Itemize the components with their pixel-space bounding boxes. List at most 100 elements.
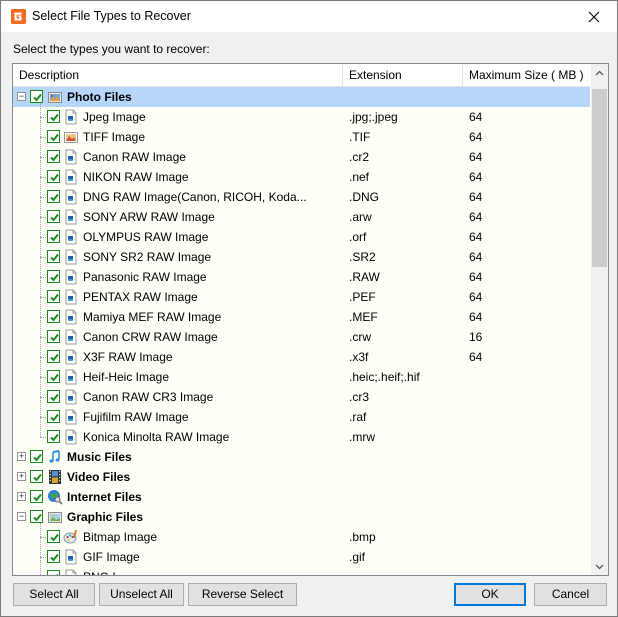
file-type-row[interactable]: Bitmap Image .bmp [13, 527, 590, 547]
group-label: Photo Files [67, 90, 132, 104]
item-checkbox[interactable] [47, 170, 60, 183]
item-checkbox[interactable] [47, 430, 60, 443]
item-checkbox[interactable] [47, 150, 60, 163]
column-header-description[interactable]: Description [13, 64, 343, 87]
item-checkbox[interactable] [47, 190, 60, 203]
file-extension: .orf [349, 230, 367, 244]
tree-connector-vertical [40, 103, 41, 437]
file-extension: .mrw [349, 430, 375, 444]
file-type-row[interactable]: SONY SR2 RAW Image .SR2 64 [13, 247, 590, 267]
file-type-row[interactable]: NIKON RAW Image .nef 64 [13, 167, 590, 187]
file-type-row[interactable]: TIFF Image .TIF 64 [13, 127, 590, 147]
item-checkbox[interactable] [47, 130, 60, 143]
file-type-row[interactable]: SONY ARW RAW Image .arw 64 [13, 207, 590, 227]
file-type-row[interactable]: Fujifilm RAW Image .raf [13, 407, 590, 427]
expand-icon[interactable]: + [17, 452, 26, 461]
file-type-row[interactable]: Heif-Heic Image .heic;.heif;.hif [13, 367, 590, 387]
tree-group-row[interactable]: + Video Files [13, 467, 590, 487]
collapse-icon[interactable]: − [17, 512, 26, 521]
max-size-value[interactable]: 64 [469, 347, 482, 367]
expand-icon[interactable]: + [17, 472, 26, 481]
item-checkbox[interactable] [47, 230, 60, 243]
max-size-value[interactable]: 64 [469, 247, 482, 267]
file-type-name: Heif-Heic Image [83, 370, 170, 384]
item-checkbox[interactable] [47, 390, 60, 403]
item-checkbox[interactable] [47, 330, 60, 343]
column-header-extension[interactable]: Extension [343, 64, 463, 87]
max-size-value[interactable]: 16 [469, 327, 482, 347]
group-checkbox[interactable] [30, 450, 43, 463]
item-checkbox[interactable] [47, 570, 60, 575]
file-type-row[interactable]: DNG RAW Image(Canon, RICOH, Koda... .DNG 6… [13, 187, 590, 207]
file-type-row[interactable]: Canon CRW RAW Image .crw 16 [13, 327, 590, 347]
tree-group-row[interactable]: − Graphic Files [13, 507, 590, 527]
file-type-row[interactable]: Canon RAW Image .cr2 64 [13, 147, 590, 167]
item-checkbox[interactable] [47, 210, 60, 223]
file-type-tree-list[interactable]: Description Extension Maximum Size ( MB … [12, 63, 609, 576]
file-type-row[interactable]: OLYMPUS RAW Image .orf 64 [13, 227, 590, 247]
reverse-select-button[interactable]: Reverse Select [188, 583, 297, 606]
select-all-button[interactable]: Select All [13, 583, 95, 606]
group-checkbox[interactable] [30, 510, 43, 523]
max-size-value[interactable]: 64 [469, 127, 482, 147]
max-size-value[interactable]: 64 [469, 227, 482, 247]
group-checkbox[interactable] [30, 490, 43, 503]
scroll-up-button[interactable] [591, 64, 608, 81]
file-type-row[interactable]: Jpeg Image .jpg;.jpeg 64 [13, 107, 590, 127]
item-checkbox[interactable] [47, 270, 60, 283]
item-checkbox[interactable] [47, 350, 60, 363]
file-type-row[interactable]: GIF Image .gif [13, 547, 590, 567]
collapse-icon[interactable]: − [17, 92, 26, 101]
max-size-value[interactable]: 64 [469, 187, 482, 207]
chevron-down-icon [595, 564, 604, 569]
group-checkbox[interactable] [30, 470, 43, 483]
image-file-icon [63, 149, 79, 165]
file-type-row[interactable]: Canon RAW CR3 Image .cr3 [13, 387, 590, 407]
scroll-down-button[interactable] [591, 558, 608, 575]
column-header-max-size[interactable]: Maximum Size ( MB ) [463, 64, 590, 87]
file-type-row[interactable]: Mamiya MEF RAW Image .MEF 64 [13, 307, 590, 327]
tree-group-row[interactable]: + Internet Files [13, 487, 590, 507]
max-size-value[interactable]: 64 [469, 207, 482, 227]
file-type-name: X3F RAW Image [83, 350, 173, 364]
expand-icon[interactable]: + [17, 492, 26, 501]
item-checkbox[interactable] [47, 250, 60, 263]
max-size-value[interactable]: 64 [469, 107, 482, 127]
ok-button[interactable]: OK [454, 583, 526, 606]
file-type-row[interactable]: PENTAX RAW Image .PEF 64 [13, 287, 590, 307]
max-size-value[interactable]: 64 [469, 307, 482, 327]
max-size-value[interactable]: 64 [469, 147, 482, 167]
file-type-row[interactable]: PNG I... [13, 567, 590, 575]
unselect-all-button[interactable]: Unselect All [99, 583, 184, 606]
tree-group-row[interactable]: − Photo Files [13, 87, 590, 107]
graphic-folder-icon [47, 509, 63, 525]
file-type-row[interactable]: Konica Minolta RAW Image .mrw [13, 427, 590, 447]
item-checkbox[interactable] [47, 310, 60, 323]
cancel-button[interactable]: Cancel [534, 583, 607, 606]
vertical-scrollbar[interactable] [591, 64, 608, 575]
max-size-value[interactable]: 64 [469, 167, 482, 187]
group-label: Music Files [67, 450, 132, 464]
close-button[interactable] [571, 1, 617, 32]
max-size-value[interactable]: 64 [469, 267, 482, 287]
item-checkbox[interactable] [47, 410, 60, 423]
item-checkbox[interactable] [47, 550, 60, 563]
file-extension: .PEF [349, 290, 376, 304]
close-icon [588, 11, 600, 22]
item-checkbox[interactable] [47, 370, 60, 383]
group-checkbox[interactable] [30, 90, 43, 103]
image-file-icon [63, 109, 79, 125]
image-file-icon [63, 369, 79, 385]
max-size-value[interactable]: 64 [469, 287, 482, 307]
tree-group-row[interactable]: + Music Files [13, 447, 590, 467]
item-checkbox[interactable] [47, 290, 60, 303]
file-type-row[interactable]: Panasonic RAW Image .RAW 64 [13, 267, 590, 287]
file-extension: .cr3 [349, 390, 370, 404]
file-extension: .bmp [349, 530, 376, 544]
file-extension: .MEF [349, 310, 378, 324]
item-checkbox[interactable] [47, 110, 60, 123]
file-type-row[interactable]: X3F RAW Image .x3f 64 [13, 347, 590, 367]
file-extension: .raf [349, 410, 367, 424]
item-checkbox[interactable] [47, 530, 60, 543]
scroll-thumb[interactable] [592, 89, 607, 267]
